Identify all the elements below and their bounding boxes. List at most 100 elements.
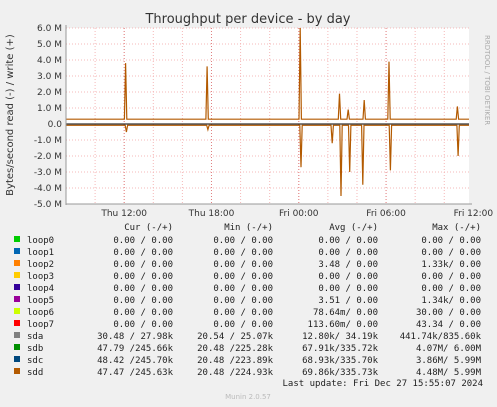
legend-min: 0.00 / 0.00: [213, 308, 273, 318]
y-tick-label: -4.0 M: [34, 184, 62, 194]
legend-swatch: [14, 356, 20, 362]
legend-min: 20.54 / 25.07k: [197, 332, 273, 342]
legend-swatch: [14, 236, 20, 242]
legend-cur: 0.00 / 0.00: [113, 320, 173, 330]
legend-name: sdc: [27, 356, 43, 366]
legend-max: 3.86M/ 5.99M: [416, 356, 482, 366]
legend-max: 441.74k/835.60k: [400, 332, 482, 342]
legend-header: Avg (-/+): [329, 223, 378, 233]
y-ticks: 6.0 M 5.0 M 4.0 M 3.0 M 2.0 M 1.0 M 0.0 -1.0 M -…: [34, 24, 62, 210]
legend-name: loop7: [27, 320, 54, 330]
legend-cur: 0.00 / 0.00: [113, 284, 173, 294]
legend-name: loop6: [27, 308, 54, 318]
legend-max: 43.34 / 0.00: [416, 320, 481, 330]
legend-avg: 78.64m/ 0.00: [313, 308, 378, 318]
y-tick-label: 0.0: [48, 120, 63, 130]
legend-avg: 12.80k/ 34.19k: [302, 332, 378, 342]
legend-avg: 69.86k/335.73k: [302, 368, 378, 378]
legend-name: loop2: [27, 260, 54, 270]
legend-name: sdb: [27, 344, 43, 354]
legend-avg: 0.00 / 0.00: [318, 248, 378, 258]
x-tick-label: Fri 12:00: [454, 209, 494, 219]
last-update: Last update: Fri Dec 27 15:55:07 2024: [283, 379, 483, 389]
legend-max: 1.33k/ 0.00: [421, 260, 481, 270]
legend-swatch: [14, 284, 20, 290]
legend-max: 4.07M/ 6.00M: [416, 344, 482, 354]
legend-header: Cur (-/+): [124, 223, 173, 233]
x-tick-label: Fri 06:00: [366, 209, 406, 219]
y-axis-label: Bytes/second read (-) / write (+): [5, 34, 16, 196]
legend-cur: 0.00 / 0.00: [113, 296, 173, 306]
legend-cur: 0.00 / 0.00: [113, 248, 173, 258]
legend-cur: 30.48 / 27.98k: [97, 332, 173, 342]
legend-min: 0.00 / 0.00: [213, 284, 273, 294]
legend-swatch: [14, 308, 20, 314]
legend-name: loop4: [27, 284, 54, 294]
x-ticks: Thu 12:00 Thu 18:00 Fri 00:00 Fri 06:00 Fri …: [100, 209, 493, 219]
legend-cur: 48.42 /245.70k: [97, 356, 173, 366]
legend-name: sdd: [27, 368, 43, 378]
x-tick-label: Fri 00:00: [279, 209, 319, 219]
legend-max: 30.00 / 0.00: [416, 308, 481, 318]
y-tick-label: -1.0 M: [34, 136, 62, 146]
legend-cur: 47.79 /245.66k: [97, 344, 173, 354]
munin-version: Munin 2.0.57: [225, 393, 271, 401]
legend-table: Cur (-/+) Min (-/+) Avg (-/+) Max (-/+) loop…: [14, 223, 482, 378]
legend-swatch: [14, 320, 20, 326]
legend-max: 0.00 / 0.00: [421, 248, 481, 258]
y-tick-label: 6.0 M: [37, 24, 62, 34]
legend-swatch: [14, 248, 20, 254]
legend-cur: 47.47 /245.63k: [97, 368, 173, 378]
legend-min: 0.00 / 0.00: [213, 260, 273, 270]
legend-swatch: [14, 296, 20, 302]
throughput-chart: Throughput per device - by day RRDTOOL /…: [5, 12, 493, 401]
y-tick-label: 1.0 M: [37, 104, 62, 114]
legend-header: Min (-/+): [224, 223, 273, 233]
legend-swatch: [14, 344, 20, 350]
legend-min: 0.00 / 0.00: [213, 320, 273, 330]
legend-name: sda: [27, 332, 43, 342]
legend-name: loop0: [27, 236, 54, 246]
x-tick-label: Thu 18:00: [188, 209, 235, 219]
legend-max: 1.34k/ 0.00: [421, 296, 481, 306]
legend-avg: 0.00 / 0.00: [318, 236, 378, 246]
legend-max: 0.00 / 0.00: [421, 284, 481, 294]
legend-avg: 3.48 / 0.00: [318, 260, 378, 270]
legend-min: 20.48 /225.28k: [197, 344, 273, 354]
legend-min: 0.00 / 0.00: [213, 248, 273, 258]
legend-cur: 0.00 / 0.00: [113, 272, 173, 282]
y-tick-label: -5.0 M: [34, 200, 62, 210]
legend-header: Max (-/+): [432, 223, 481, 233]
legend-min: 0.00 / 0.00: [213, 272, 273, 282]
legend-avg: 67.91k/335.72k: [302, 344, 378, 354]
legend-min: 0.00 / 0.00: [213, 236, 273, 246]
legend-avg: 0.00 / 0.00: [318, 284, 378, 294]
legend-max: 0.00 / 0.00: [421, 272, 481, 282]
legend-swatch: [14, 260, 20, 266]
legend-max: 4.48M/ 5.99M: [416, 368, 482, 378]
legend-cur: 0.00 / 0.00: [113, 260, 173, 270]
legend-min: 0.00 / 0.00: [213, 296, 273, 306]
y-tick-label: -2.0 M: [34, 152, 62, 162]
legend-min: 20.48 /223.89k: [197, 356, 273, 366]
legend-name: loop5: [27, 296, 54, 306]
legend-name: loop1: [27, 248, 54, 258]
y-tick-label: 4.0 M: [37, 56, 62, 66]
legend-name: loop3: [27, 272, 54, 282]
rrdtool-credit: RRDTOOL / TOBI OETIKER: [483, 35, 491, 125]
legend-cur: 0.00 / 0.00: [113, 308, 173, 318]
y-tick-label: -3.0 M: [34, 168, 62, 178]
y-tick-label: 2.0 M: [37, 88, 62, 98]
x-tick-label: Thu 12:00: [100, 209, 147, 219]
legend-avg: 68.93k/335.70k: [302, 356, 378, 366]
legend-swatch: [14, 368, 20, 374]
legend-swatch: [14, 272, 20, 278]
legend-swatch: [14, 332, 20, 338]
legend-avg: 113.60m/ 0.00: [308, 320, 378, 330]
legend-max: 0.00 / 0.00: [421, 236, 481, 246]
y-tick-label: 5.0 M: [37, 40, 62, 50]
chart-title: Throughput per device - by day: [144, 12, 350, 27]
legend-cur: 0.00 / 0.00: [113, 236, 173, 246]
legend-avg: 0.00 / 0.00: [318, 272, 378, 282]
legend-min: 20.48 /224.93k: [197, 368, 273, 378]
